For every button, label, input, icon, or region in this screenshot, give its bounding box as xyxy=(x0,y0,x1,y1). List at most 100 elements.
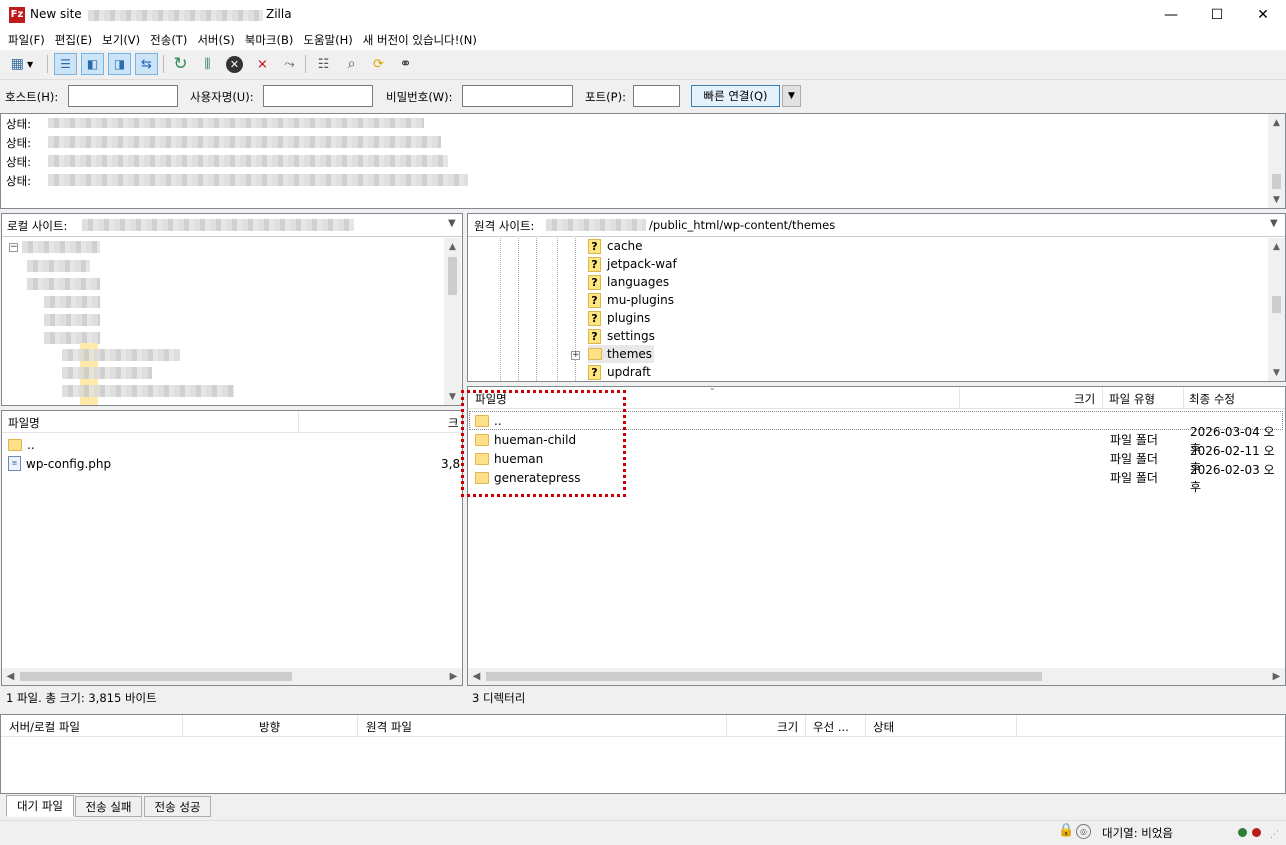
quickconnect-dropdown-icon[interactable]: ▼ xyxy=(782,85,801,107)
tree-item-settings[interactable]: ? settings xyxy=(588,327,655,345)
menu-bookmarks[interactable]: 북마크(B) xyxy=(245,32,294,48)
port-input[interactable] xyxy=(633,85,680,107)
tree-item-themes[interactable]: themes xyxy=(588,345,655,363)
process-queue-icon[interactable]: ⫼ xyxy=(196,53,219,75)
directory-listing-filters-icon[interactable]: ☷ xyxy=(312,53,335,75)
compare-directories-icon[interactable]: ⌕ xyxy=(340,53,363,75)
cancel-icon[interactable]: ✕ xyxy=(223,53,246,75)
tree-item-mu-plugins[interactable]: ? mu-plugins xyxy=(588,291,674,309)
remote-hscrollbar[interactable]: ◀ ▶ xyxy=(468,668,1285,685)
queue-col-local[interactable]: 서버/로컬 파일 xyxy=(9,719,80,735)
tree-item-updraft[interactable]: ? updraft xyxy=(588,363,651,381)
local-col-size[interactable]: 크 xyxy=(448,415,459,431)
search-files-icon[interactable]: ⚭ xyxy=(394,53,417,75)
reconnect-icon[interactable]: ⤳ xyxy=(278,53,301,75)
tab-failed-transfers[interactable]: 전송 실패 xyxy=(75,796,142,817)
folder-icon xyxy=(8,438,22,451)
queue-col-status[interactable]: 상태 xyxy=(873,719,894,735)
tree-item-label: mu-plugins xyxy=(607,293,674,307)
synchronized-browsing-icon[interactable]: ⟳ xyxy=(367,53,390,75)
resize-grip-icon[interactable]: ⋰ xyxy=(1270,830,1279,840)
tab-successful-transfers[interactable]: 전송 성공 xyxy=(144,796,211,817)
redacted-remote-host xyxy=(546,219,646,231)
tree-expand-icon[interactable]: + xyxy=(571,351,580,360)
username-input[interactable] xyxy=(263,85,373,107)
host-input[interactable] xyxy=(68,85,178,107)
list-item[interactable]: ≡ wp-config.php 3,8 xyxy=(8,454,460,473)
refresh-icon[interactable]: ↻ xyxy=(169,53,192,75)
scroll-down-icon[interactable]: ▼ xyxy=(1268,364,1285,381)
folder-icon xyxy=(588,348,602,360)
chevron-down-icon[interactable]: ▼ xyxy=(448,218,456,229)
password-input[interactable] xyxy=(462,85,573,107)
disconnect-icon[interactable]: ⨯ xyxy=(251,53,274,75)
queue-columns-header: 서버/로컬 파일 방향 원격 파일 크기 우선 ... 상태 xyxy=(1,715,1285,737)
question-icon: ? xyxy=(588,274,601,290)
scroll-up-icon[interactable]: ▲ xyxy=(1268,238,1285,255)
local-hscrollbar[interactable]: ◀ ▶ xyxy=(2,668,462,685)
remote-col-modified[interactable]: 최종 수정 xyxy=(1189,391,1235,407)
tree-item-languages[interactable]: ? languages xyxy=(588,273,669,291)
menu-bar: 파일(F) 편집(E) 보기(V) 전송(T) 서버(S) 북마크(B) 도움말… xyxy=(0,30,1286,50)
menu-view[interactable]: 보기(V) xyxy=(102,32,140,48)
site-manager-icon[interactable]: ▦ ▼ xyxy=(4,53,40,75)
remote-path[interactable]: /public_html/wp-content/themes xyxy=(649,218,835,232)
chevron-down-icon[interactable]: ▼ xyxy=(1270,218,1278,229)
tab-queued-files[interactable]: 대기 파일 xyxy=(6,795,74,817)
menu-new-version[interactable]: 새 버전이 있습니다!(N) xyxy=(363,32,477,48)
remote-col-type[interactable]: 파일 유형 xyxy=(1109,391,1155,407)
tree-item-label: settings xyxy=(607,329,655,343)
scroll-left-icon[interactable]: ◀ xyxy=(468,668,485,685)
queue-col-direction[interactable]: 방향 xyxy=(259,719,280,735)
tree-item-jetpack-waf[interactable]: ? jetpack-waf xyxy=(588,255,677,273)
menu-edit[interactable]: 편집(E) xyxy=(55,32,92,48)
tree-collapse-icon[interactable]: − xyxy=(9,243,18,252)
log-line-1: 상태: xyxy=(6,117,32,131)
menu-transfer[interactable]: 전송(T) xyxy=(150,32,187,48)
redacted-title xyxy=(88,10,263,21)
queue-col-priority[interactable]: 우선 ... xyxy=(813,719,849,735)
list-item[interactable]: .. xyxy=(8,435,35,454)
scroll-right-icon[interactable]: ▶ xyxy=(1268,668,1285,685)
username-label: 사용자명(U): xyxy=(190,90,254,104)
redacted-log-3 xyxy=(48,155,448,167)
maximize-button[interactable]: ☐ xyxy=(1194,0,1240,30)
queue-col-remote[interactable]: 원격 파일 xyxy=(366,719,412,735)
toggle-queue-icon[interactable]: ⇆ xyxy=(135,53,158,75)
scroll-down-icon[interactable]: ▼ xyxy=(1268,191,1285,208)
highlight-annotation xyxy=(461,390,626,497)
scroll-down-icon[interactable]: ▼ xyxy=(444,388,461,405)
question-icon: ? xyxy=(588,256,601,272)
toolbar xyxy=(0,50,1286,80)
remote-tree-scrollbar[interactable]: ▲ ▼ xyxy=(1268,238,1285,381)
redacted-tree-8 xyxy=(62,367,152,379)
local-tree-scrollbar[interactable]: ▲ ▼ xyxy=(444,238,461,405)
toggle-remote-tree-icon[interactable]: ◨ xyxy=(108,53,131,75)
status-bar xyxy=(0,820,1286,845)
remote-col-size[interactable]: 크기 xyxy=(1074,391,1095,407)
menu-help[interactable]: 도움말(H) xyxy=(303,32,352,48)
speed-limit-icon[interactable]: ◎ xyxy=(1076,824,1091,839)
remote-site-label: 원격 사이트: xyxy=(474,219,535,233)
local-col-name[interactable]: 파일명 xyxy=(8,415,40,431)
quickconnect-button[interactable]: 빠른 연결(Q) xyxy=(691,85,780,107)
scroll-up-icon[interactable]: ▲ xyxy=(1268,114,1285,131)
toggle-log-icon[interactable]: ☰ xyxy=(54,53,77,75)
menu-server[interactable]: 서버(S) xyxy=(197,32,234,48)
file-type: 파일 폴더 xyxy=(1110,433,1158,447)
minimize-button[interactable]: — xyxy=(1148,0,1194,30)
tree-item-cache[interactable]: ? cache xyxy=(588,237,643,255)
scroll-up-icon[interactable]: ▲ xyxy=(444,238,461,255)
toggle-local-tree-icon[interactable]: ◧ xyxy=(81,53,104,75)
menu-file[interactable]: 파일(F) xyxy=(8,32,45,48)
close-button[interactable]: ✕ xyxy=(1240,0,1286,30)
window-title-suffix: Zilla xyxy=(266,7,292,21)
question-icon: ? xyxy=(588,328,601,344)
tree-item-label: languages xyxy=(607,275,670,289)
queue-col-size[interactable]: 크기 xyxy=(777,719,798,735)
tree-item-plugins[interactable]: ? plugins xyxy=(588,309,650,327)
scroll-right-icon[interactable]: ▶ xyxy=(445,668,462,685)
log-scrollbar[interactable]: ▲ ▼ xyxy=(1268,114,1285,208)
scroll-left-icon[interactable]: ◀ xyxy=(2,668,19,685)
lock-icon: 🔒 xyxy=(1058,823,1075,838)
